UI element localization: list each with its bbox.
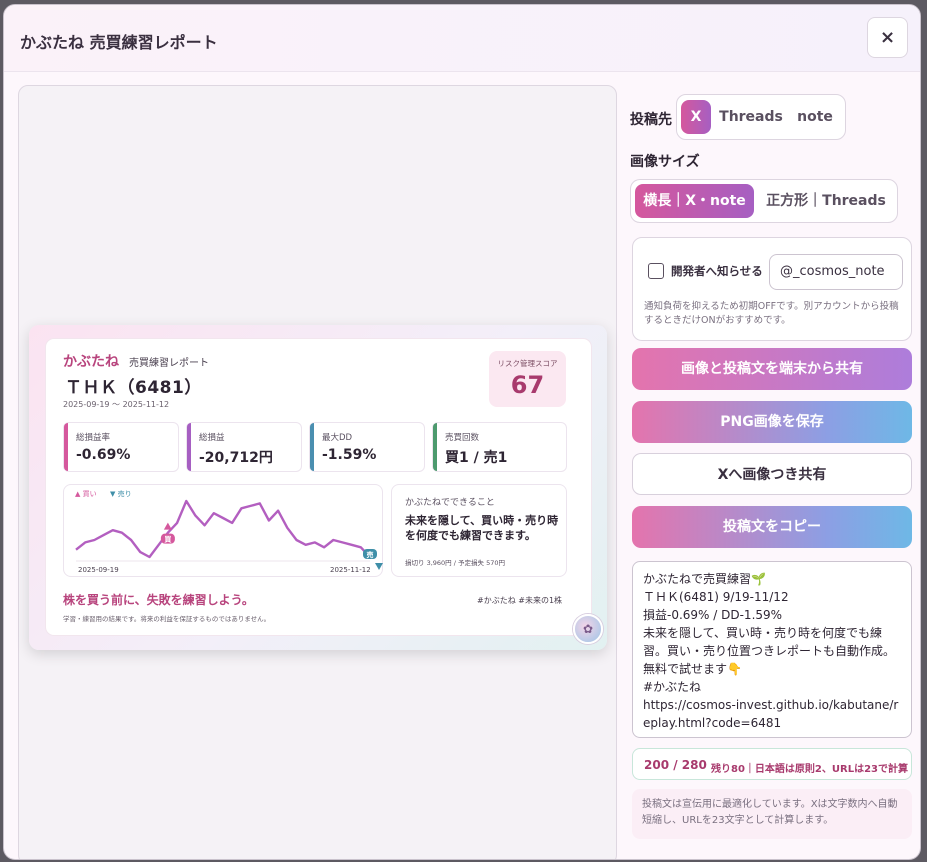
metric-value: -20,712円 <box>199 450 273 466</box>
metric-accent-bar <box>187 423 191 471</box>
report-period: 2025-09-19 ～ 2025-11-12 <box>63 400 170 409</box>
feature-text: 未来を隠して、買い時・売り時を何度でも練習できます。 <box>405 514 559 542</box>
metric-accent-bar <box>64 423 68 471</box>
feature-title: かぶたねでできること <box>405 498 495 508</box>
share-x-button[interactable]: Xへ画像つき共有 <box>632 453 912 495</box>
price-chart: 買売 <box>75 499 383 570</box>
metric-accent-bar <box>310 423 314 471</box>
metric-pnl: 総損益 -20,712円 <box>186 422 302 472</box>
size-square-button[interactable]: 正方形｜Threads <box>758 184 894 218</box>
risk-score-value: 67 <box>510 371 545 399</box>
x-axis-start: 2025-09-19 <box>78 566 119 574</box>
sell-marker-label: 売 <box>367 550 374 559</box>
post-target-selector: X Threads note <box>676 94 846 140</box>
metric-label: 売買回数 <box>445 433 480 443</box>
metric-label: 総損益率 <box>76 433 111 443</box>
mascot-avatar-icon: ✿ <box>573 614 603 644</box>
char-count-note: 残り80｜日本語は原則2、URLは23で計算 <box>711 764 908 775</box>
metric-label: 最大DD <box>322 433 353 443</box>
risk-score-label: リスク管理スコア <box>497 359 558 368</box>
share-device-button[interactable]: 画像と投稿文を端末から共有 <box>632 348 912 390</box>
image-size-selector: 横長｜X・note 正方形｜Threads <box>630 179 898 223</box>
size-landscape-button[interactable]: 横長｜X・note <box>635 184 754 218</box>
report-dialog: かぶたね 売買練習レポート × かぶたね 売買練習レポート ＴＨＫ（6481） … <box>3 4 921 860</box>
target-threads-button[interactable]: Threads <box>719 100 783 134</box>
metric-value: -1.59% <box>322 447 377 463</box>
x-axis-end: 2025-11-12 <box>330 566 371 574</box>
feature-box: かぶたねでできること 未来を隠して、買い時・売り時を何度でも練習できます。 損切… <box>391 484 567 577</box>
slogan: 株を買う前に、失敗を練習しよう。 <box>63 593 254 607</box>
price-line <box>75 499 371 559</box>
buy-marker-icon <box>163 522 172 530</box>
char-count: 200 / 280 <box>644 758 707 772</box>
metric-value: 買1 / 売1 <box>445 450 508 466</box>
char-counter: 200 / 280 残り80｜日本語は原則2、URLは23で計算 <box>632 748 912 780</box>
dialog-header: かぶたね 売買練習レポート × <box>4 5 920 72</box>
report-preview: かぶたね 売買練習レポート ＴＨＫ（6481） 2025-09-19 ～ 202… <box>18 85 617 859</box>
price-chart-box: ▲ 買い ▼ 売り 買売 2025-09-19 2025-11-12 <box>63 484 383 577</box>
buy-marker-label: 買 <box>163 535 172 544</box>
notify-handle-field[interactable]: @_cosmos_note <box>769 254 903 290</box>
hashtags: #かぶたね #未来の1株 <box>477 596 563 605</box>
target-note-button[interactable]: note <box>789 100 841 134</box>
copy-text-button[interactable]: 投稿文をコピー <box>632 506 912 548</box>
save-png-button[interactable]: PNG画像を保存 <box>632 401 912 443</box>
dialog-title: かぶたね 売買練習レポート <box>20 33 218 52</box>
image-size-label: 画像サイズ <box>630 154 700 170</box>
notify-checkbox[interactable] <box>648 263 664 279</box>
notify-note: 通知負荷を抑えるため初期OFFです。別アカウントから投稿するときだけONがおすす… <box>644 301 899 326</box>
post-to-label: 投稿先 <box>630 112 672 128</box>
post-info-note: 投稿文は宣伝用に最適化しています。Xは文字数内へ自動短縮し、URLを23文字とし… <box>632 789 912 839</box>
brand-logo: かぶたね <box>63 354 119 370</box>
notify-checkbox-label: 開発者へ知らせる <box>671 264 763 278</box>
ticker-name: ＴＨＫ（6481） <box>65 378 202 398</box>
stop-loss-note: 損切り 3,960円 / 予定損失 570円 <box>405 559 505 567</box>
metric-trades: 売買回数 買1 / 売1 <box>432 422 567 472</box>
report-card: かぶたね 売買練習レポート ＴＨＫ（6481） 2025-09-19 ～ 202… <box>29 325 607 650</box>
report-card-inner: かぶたね 売買練習レポート ＴＨＫ（6481） 2025-09-19 ～ 202… <box>45 338 592 636</box>
metric-label: 総損益 <box>199 433 225 443</box>
close-button[interactable]: × <box>867 17 908 58</box>
report-subtitle: 売買練習レポート <box>129 358 209 369</box>
metric-accent-bar <box>433 423 437 471</box>
metric-value: -0.69% <box>76 447 131 463</box>
target-x-button[interactable]: X <box>681 100 711 134</box>
post-text-area[interactable]: かぶたねで売買練習🌱 ＴＨＫ(6481) 9/19-11/12 損益-0.69%… <box>632 561 912 738</box>
notify-developer-panel: 開発者へ知らせる @_cosmos_note 通知負荷を抑えるため初期OFFです… <box>632 237 912 341</box>
sell-marker-icon <box>375 563 383 570</box>
disclaimer: 学習・練習用の結果です。将来の利益を保証するものではありません。 <box>63 615 271 623</box>
risk-score-box: リスク管理スコア 67 <box>489 351 566 407</box>
metric-pnl-rate: 総損益率 -0.69% <box>63 422 179 472</box>
metric-max-dd: 最大DD -1.59% <box>309 422 425 472</box>
